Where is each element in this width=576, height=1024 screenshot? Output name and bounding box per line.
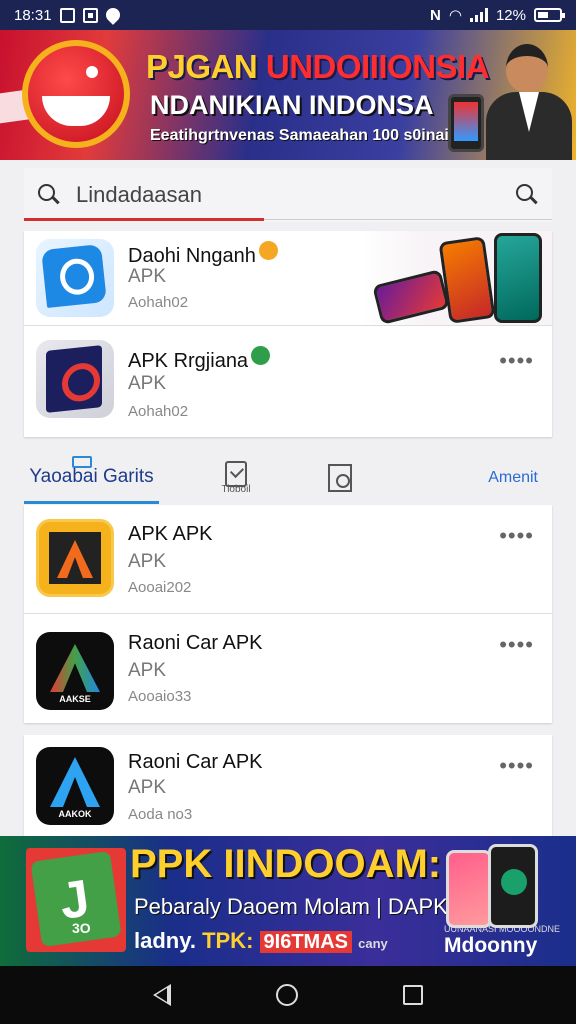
- category-tabs: Yaoabai Garits Tioboil Amenit: [24, 452, 552, 504]
- app-type: APK: [128, 266, 167, 287]
- system-nav-bar: [0, 966, 576, 1024]
- tab-popular[interactable]: Yaoabai Garits: [24, 452, 159, 504]
- list-item[interactable]: APK APK APK Aooai202 ••••: [24, 505, 552, 613]
- app-version: Aooaio33: [128, 688, 192, 705]
- tab-box[interactable]: Tioboil: [214, 452, 258, 504]
- app-version: Aohah02: [128, 294, 189, 311]
- app-version: Aoda no3: [128, 806, 193, 823]
- featured-apps-card: Daohi Nnganh APK Aohah02 APK Rrgjiana AP…: [24, 231, 552, 437]
- banner-person-image: [486, 42, 572, 160]
- more-options-icon[interactable]: ••••: [499, 350, 534, 372]
- app-list-card: APK APK APK Aooai202 •••• AAKSE Raoni Ca…: [24, 505, 552, 723]
- list-item[interactable]: AAKSE Raoni Car APK APK Aooaio33 ••••: [24, 614, 552, 723]
- tab-search-doc[interactable]: [320, 452, 360, 504]
- back-icon[interactable]: [152, 984, 171, 1006]
- app-name: APK APK: [128, 523, 213, 545]
- gallery-icon: [59, 7, 75, 23]
- app-name: APK Rrgjiana: [128, 346, 271, 373]
- app-type: APK: [128, 373, 167, 394]
- search-focus-underline: [24, 218, 264, 221]
- banner-subtitle: Pebaraly Daoem Molam | DAPK: [134, 894, 448, 919]
- app-icon: AAKSE: [36, 632, 114, 710]
- app-icon: AAKOK: [36, 747, 114, 825]
- screenshot-icon: [82, 7, 98, 23]
- top-ad-banner[interactable]: PJGAN UNDOIIIONSIA NDANIKIAN INDONSA Eea…: [0, 30, 576, 160]
- nfc-icon: N: [430, 6, 441, 24]
- list-item[interactable]: APK Rrgjiana APK Aohah02 ••••: [24, 326, 552, 437]
- app-version: Aohah02: [128, 403, 189, 420]
- tab-link-all[interactable]: Amenit: [488, 452, 538, 504]
- banner-phone-image: [448, 94, 484, 152]
- signal-icon: [469, 8, 488, 22]
- list-item[interactable]: AAKOK Raoni Car APK APK Aoda no3 ••••: [24, 735, 552, 836]
- brand-name: Mdoonny: [444, 934, 538, 957]
- logo-version: 3O: [72, 920, 91, 936]
- search-input[interactable]: Lindadaasan: [76, 182, 516, 208]
- home-icon[interactable]: [275, 984, 298, 1006]
- tab-popular-icon: [72, 456, 92, 468]
- wifi-icon: ◠: [448, 7, 462, 24]
- app-type: APK: [128, 551, 167, 572]
- list-item[interactable]: Daohi Nnganh APK Aohah02: [24, 231, 552, 325]
- banner-tagline: ladny. TPK: 9I6TMAS cany: [134, 928, 388, 953]
- smile-logo-icon: [22, 40, 130, 148]
- status-time: 18:31: [14, 6, 52, 24]
- app-icon: [36, 519, 114, 597]
- verified-badge-icon: [251, 346, 271, 365]
- banner-title: PPK IINDOOAM:: [130, 842, 442, 886]
- bottom-ad-banner[interactable]: 3O PPK IINDOOAM: Pebaraly Daoem Molam | …: [0, 836, 576, 966]
- search-underline: [264, 219, 552, 220]
- banner-subheadline: NDANIKIAN INDONSA: [150, 90, 434, 120]
- search-bar[interactable]: Lindadaasan: [24, 168, 552, 222]
- banner-tagline: Eeatihgrtnvenas Samaeahan 100 s0inaio: [150, 127, 459, 144]
- app-name: Daohi Nnganh: [128, 241, 278, 268]
- app-name: Raoni Car APK: [128, 632, 263, 654]
- banner-phone-image: [488, 844, 538, 928]
- location-icon: [102, 5, 123, 25]
- search-icon: [38, 184, 60, 206]
- status-right: N ◠ 12%: [430, 6, 565, 24]
- app-list-card: AAKOK Raoni Car APK APK Aoda no3 ••••: [24, 735, 552, 836]
- document-search-icon: [328, 464, 352, 492]
- verified-badge-icon: [258, 241, 278, 260]
- status-left: 18:31: [14, 5, 123, 25]
- battery-icon: [534, 8, 565, 22]
- more-options-icon[interactable]: ••••: [499, 525, 534, 547]
- phones-promo-image: [362, 231, 552, 325]
- banner-phone-image: [446, 850, 492, 928]
- brand-caption: UUNAANASI MOOOONDNE: [444, 924, 561, 934]
- app-icon: [36, 239, 114, 317]
- battery-percent: 12%: [495, 6, 526, 24]
- banner-headline: PJGAN UNDOIIIONSIA: [146, 48, 490, 85]
- app-logo-icon: [26, 848, 126, 952]
- more-options-icon[interactable]: ••••: [499, 755, 534, 777]
- app-type: APK: [128, 660, 167, 681]
- app-type: APK: [128, 777, 167, 798]
- status-bar: 18:31 N ◠ 12%: [0, 0, 576, 30]
- app-icon: [36, 340, 114, 418]
- recent-apps-icon[interactable]: [403, 985, 424, 1005]
- app-version: Aooai202: [128, 579, 192, 596]
- more-options-icon[interactable]: ••••: [499, 634, 534, 656]
- search-submit-icon[interactable]: [516, 184, 538, 206]
- app-name: Raoni Car APK: [128, 751, 263, 773]
